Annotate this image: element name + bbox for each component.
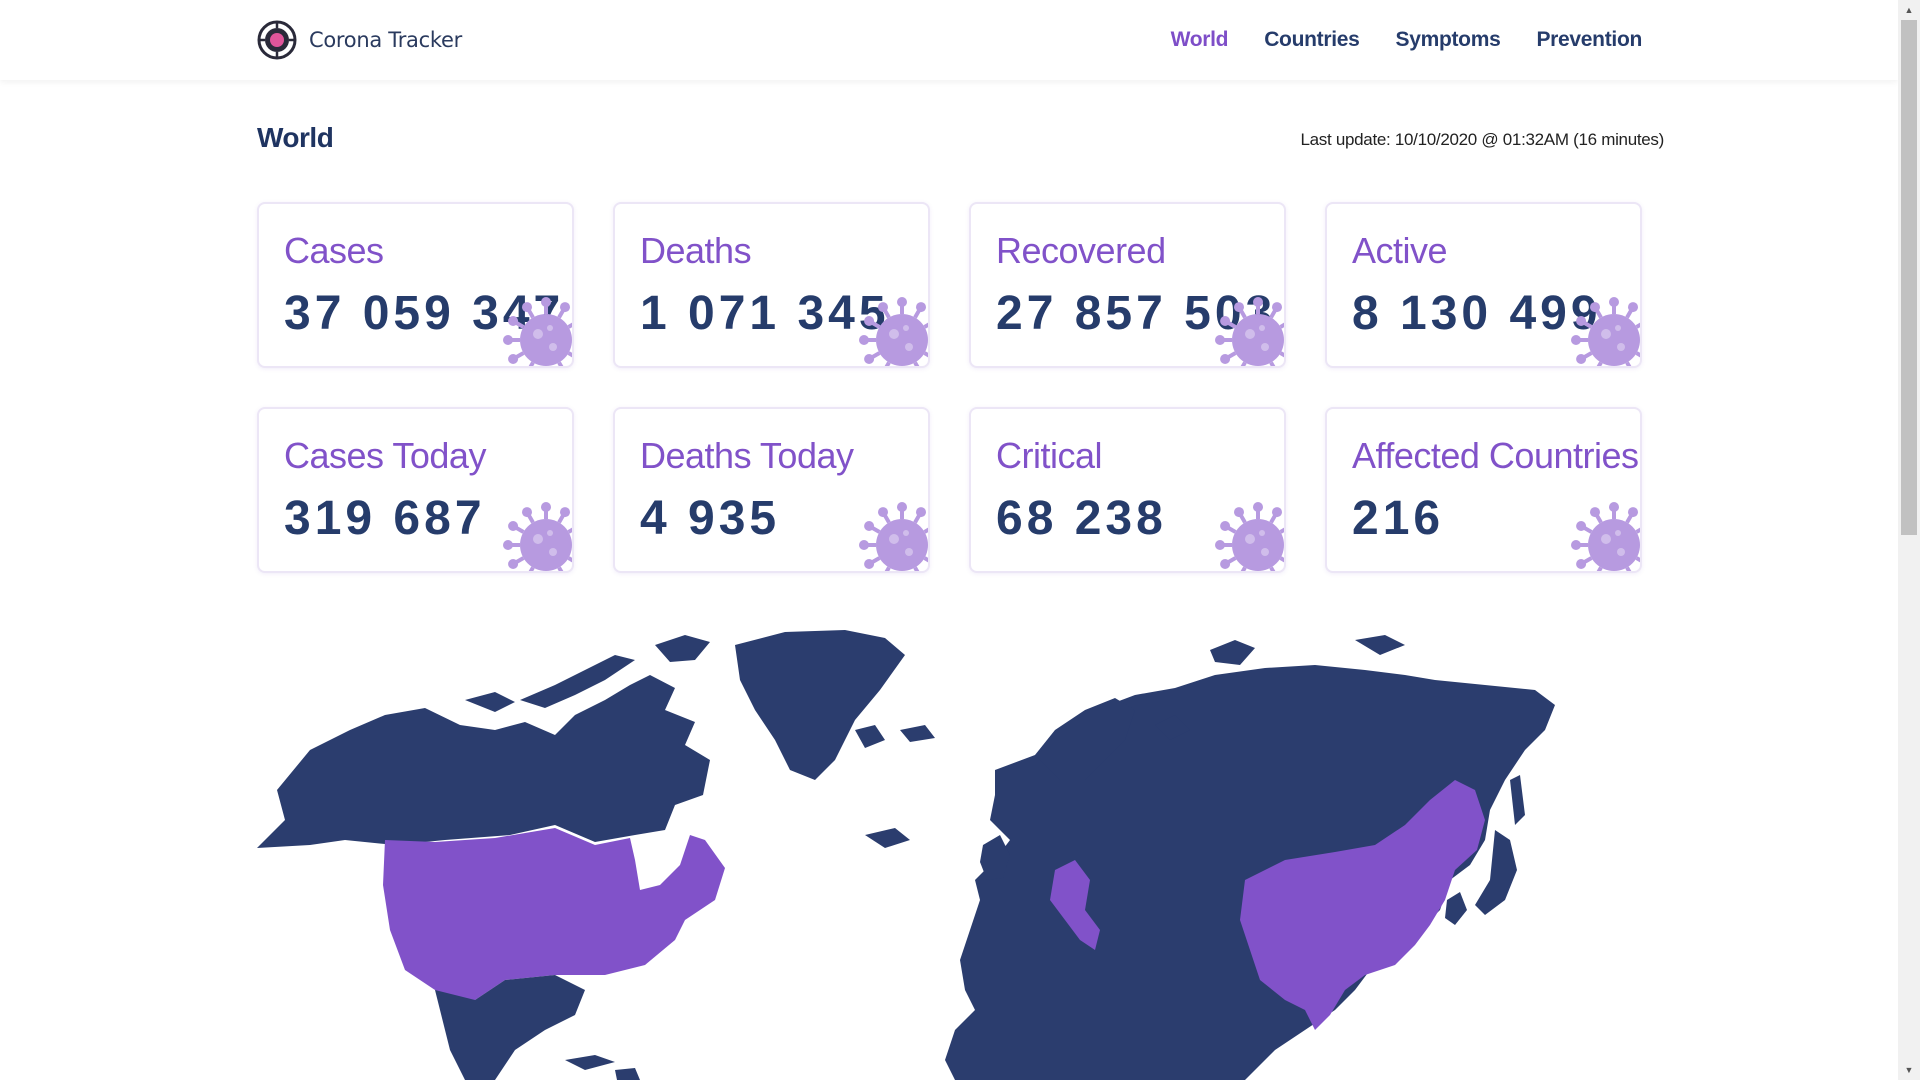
stat-label: Affected Countries	[1352, 435, 1639, 476]
stat-card-affected-countries: Affected Countries 216	[1325, 407, 1642, 573]
stat-value: 319 687	[284, 492, 486, 545]
stat-label: Cases	[284, 230, 384, 271]
virus-icon	[1571, 297, 1640, 366]
world-map	[257, 630, 1555, 1080]
stat-card-active: Active 8 130 499	[1325, 202, 1642, 368]
nav-world[interactable]: World	[1171, 28, 1229, 52]
nav-symptoms[interactable]: Symptoms	[1396, 28, 1501, 52]
virus-icon	[859, 502, 928, 571]
scroll-up-arrow-icon[interactable]: ▲	[1898, 0, 1920, 20]
stat-label: Cases Today	[284, 435, 486, 476]
map-region-greenland[interactable]	[735, 630, 905, 780]
virus-logo-icon	[257, 20, 297, 60]
stat-label: Active	[1352, 230, 1448, 271]
brand-link[interactable]: Corona Tracker	[257, 20, 462, 60]
stat-card-cases: Cases 37 059 347	[257, 202, 574, 368]
virus-icon	[1571, 502, 1640, 571]
stat-value: 4 935	[640, 492, 781, 545]
stat-label: Recovered	[996, 230, 1166, 271]
stat-card-deaths: Deaths 1 071 345	[613, 202, 930, 368]
stat-label: Deaths	[640, 230, 752, 271]
stat-card-deaths-today: Deaths Today 4 935	[613, 407, 930, 573]
virus-icon	[1215, 297, 1284, 366]
virus-icon	[859, 297, 928, 366]
stat-card-recovered: Recovered 27 857 503	[969, 202, 1286, 368]
scroll-down-arrow-icon[interactable]: ▼	[1898, 1060, 1920, 1080]
nav-prevention[interactable]: Prevention	[1536, 28, 1642, 52]
stat-card-cases-today: Cases Today 319 687	[257, 407, 574, 573]
map-region-arctic-islands[interactable]	[465, 635, 710, 712]
stat-value: 1 071 345	[640, 287, 890, 340]
main-nav: World Countries Symptoms Prevention	[1171, 0, 1643, 80]
stats-grid: Cases 37 059 347 Deaths 1 071 345 Recove…	[257, 202, 1643, 573]
stat-value: 68 238	[996, 492, 1167, 545]
stat-label: Deaths Today	[640, 435, 854, 476]
virus-icon	[503, 502, 572, 571]
vertical-scrollbar[interactable]: ▲ ▼	[1898, 0, 1920, 1080]
nav-countries[interactable]: Countries	[1264, 28, 1360, 52]
scroll-thumb[interactable]	[1901, 20, 1917, 535]
stat-value: 8 130 499	[1352, 287, 1602, 340]
map-region-eurasia[interactable]	[945, 665, 1555, 1080]
last-update-text: Last update: 10/10/2020 @ 01:32AM (16 mi…	[1300, 130, 1664, 149]
virus-icon	[503, 297, 572, 366]
top-navbar: Corona Tracker World Countries Symptoms …	[0, 0, 1898, 80]
page-title: World	[257, 122, 334, 153]
virus-icon	[1215, 502, 1284, 571]
stat-label: Critical	[996, 435, 1103, 476]
brand-name: Corona Tracker	[309, 28, 462, 52]
stat-card-critical: Critical 68 238	[969, 407, 1286, 573]
stat-value: 216	[1352, 492, 1445, 545]
